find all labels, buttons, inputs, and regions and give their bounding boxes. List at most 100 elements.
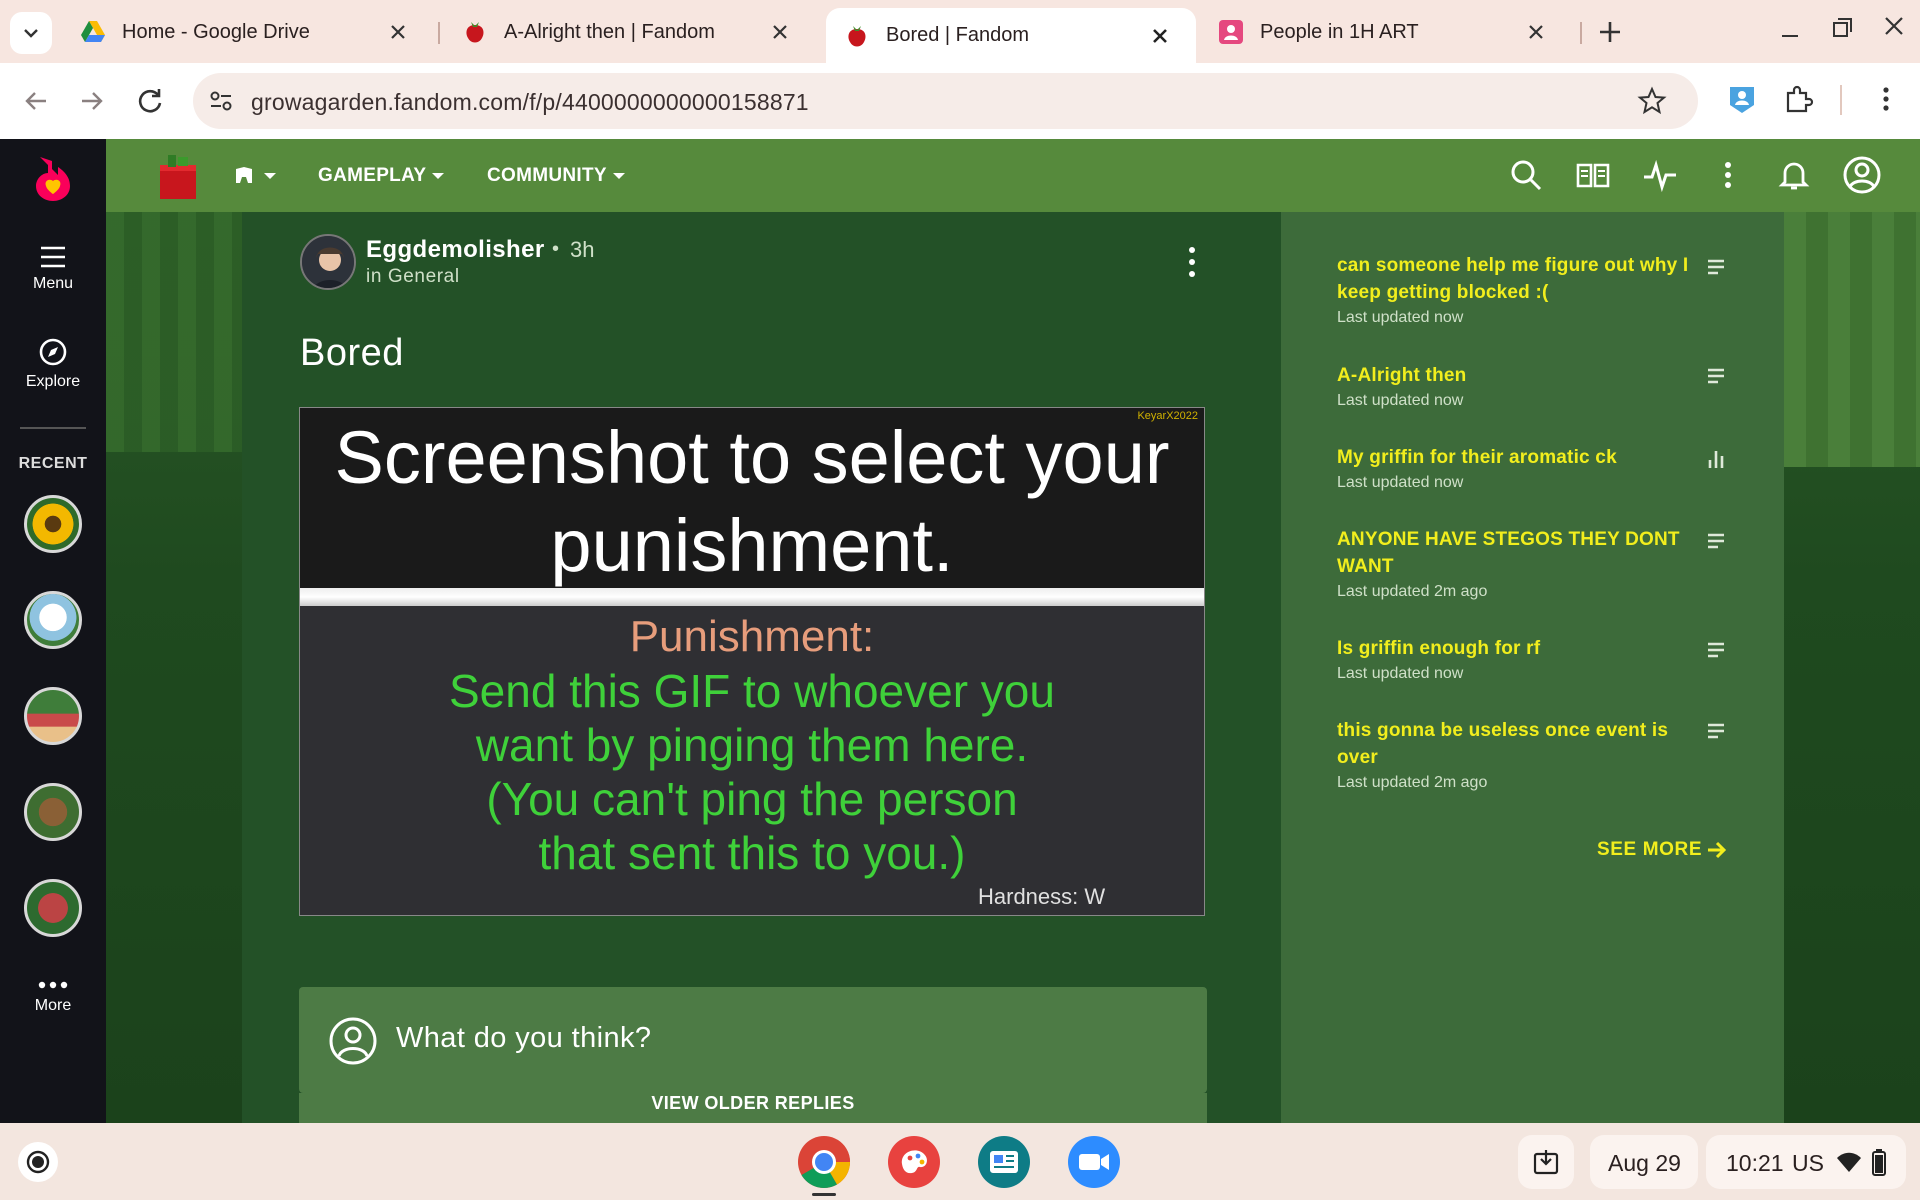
post-gif-image[interactable]: Screenshot to select your punishment. Ke… [299,407,1205,916]
see-more-link[interactable]: SEE MORE [1597,839,1702,861]
meta-separator: • [552,238,560,260]
close-icon[interactable] [386,20,410,44]
tab-people-1h-art[interactable]: People in 1H ART [1200,8,1570,56]
related-post-title[interactable]: this gonna be useless once event is over [1337,717,1697,771]
related-post-item[interactable]: A-Alright then Last updated now [1337,362,1697,410]
rail-explore-button[interactable]: Explore [0,337,106,391]
holding-space-button[interactable] [1518,1135,1574,1189]
extensions-puzzle-icon[interactable] [1782,83,1814,115]
gif-punishment-label: Punishment: [629,612,875,661]
post-category[interactable]: in General [366,266,460,288]
post-author[interactable]: Eggdemolisher [366,236,545,264]
restore-icon[interactable] [1828,14,1856,42]
fandom-strawberry-icon [848,25,866,46]
rail-more-button[interactable]: More [0,979,106,1015]
back-arrow-icon[interactable] [20,85,52,117]
related-post-title[interactable]: Is griffin enough for rf [1337,635,1697,662]
close-icon[interactable] [1524,20,1548,44]
user-account-icon[interactable] [1842,155,1882,195]
gif-headline: Screenshot to select your punishment. [334,416,1170,587]
launcher-button[interactable] [18,1142,58,1182]
wiki-activity-book-icon[interactable] [1575,157,1611,193]
related-post-meta: Last updated now [1337,474,1464,491]
related-post-item[interactable]: ANYONE HAVE STEGOS THEY DONT WANT Last u… [1337,526,1697,601]
wiki-header: GAMEPLAY COMMUNITY [106,139,1920,212]
gif-watermark: KeyarX2022 [1137,410,1198,422]
tab-title: Bored | Fandom [886,24,1030,46]
status-tray[interactable]: 10:21 US [1706,1135,1906,1189]
related-post-meta: Last updated now [1337,309,1464,326]
google-drive-icon [81,21,105,42]
text-lines-icon [1708,368,1724,384]
more-options-kebab-icon[interactable] [1710,157,1746,193]
author-avatar[interactable] [300,234,356,290]
view-older-replies-button[interactable]: VIEW OLDER REPLIES [299,1093,1207,1123]
notifications-bell-icon[interactable] [1776,157,1812,193]
post-options-kebab-icon[interactable] [1180,244,1204,280]
arrow-right-icon[interactable] [1706,839,1728,861]
chrome-icon[interactable] [796,1134,852,1190]
new-tab-plus-icon[interactable] [1596,18,1624,46]
recent-wiki-sunflower[interactable] [24,495,82,553]
canvas-paint-icon[interactable] [886,1134,942,1190]
tab-search-button[interactable] [10,12,52,54]
post-title: Bored [300,332,404,374]
fandom-logo-icon[interactable] [32,153,74,203]
chevron-down-icon [24,29,38,38]
tab-strip: Home - Google Drive A-Alright then | Fan… [0,0,1920,63]
forward-arrow-icon[interactable] [76,85,108,117]
classroom-people-icon [1219,20,1243,44]
tab-alright-then[interactable]: A-Alright then | Fandom [444,8,814,56]
related-post-item[interactable]: this gonna be useless once event is over… [1337,717,1697,792]
tab-separator [438,22,440,44]
tab-bored-active[interactable]: Bored | Fandom [826,8,1196,63]
wiki-home-menu-icon[interactable] [234,165,278,187]
recent-wiki-bricks[interactable] [24,879,82,937]
nav-community[interactable]: COMMUNITY [487,165,607,187]
related-post-title[interactable]: My griffin for their aromatic ck [1337,444,1697,471]
date-tray[interactable]: Aug 29 [1590,1135,1698,1189]
gif-punishment-text: Send this GIF to whoever you want by pin… [449,665,1055,879]
close-window-icon[interactable] [1880,12,1908,40]
related-post-title[interactable]: can someone help me figure out why I kee… [1337,252,1697,306]
recent-wiki-picnic[interactable] [24,687,82,745]
extension-profile-icon[interactable] [1726,83,1758,115]
compass-icon [39,338,67,366]
close-icon[interactable] [1148,24,1172,48]
rail-menu-label: Menu [32,275,74,292]
battery-icon [1872,1149,1886,1176]
news-app-icon[interactable] [976,1134,1032,1190]
shelf-region: US [1792,1150,1824,1176]
related-post-title[interactable]: A-Alright then [1337,362,1697,389]
site-info-tune-icon[interactable] [207,87,235,115]
recent-wiki-dog[interactable] [24,783,82,841]
reload-icon[interactable] [134,85,166,117]
search-icon[interactable] [1508,157,1544,193]
url-text: growagarden.fandom.com/f/p/4400000000000… [251,89,809,115]
launcher-circle-icon [26,1150,50,1174]
reply-placeholder: What do you think? [396,1022,652,1054]
minimize-icon[interactable] [1776,16,1804,44]
text-lines-icon [1708,723,1724,739]
related-post-item[interactable]: can someone help me figure out why I kee… [1337,252,1697,327]
related-post-title[interactable]: ANYONE HAVE STEGOS THEY DONT WANT [1337,526,1697,580]
gif-hardness: Hardness: W [978,884,1106,909]
recent-wiki-chicken[interactable] [24,591,82,649]
nav-gameplay[interactable]: GAMEPLAY [318,165,426,187]
kebab-menu-icon[interactable] [1870,83,1902,115]
related-post-item[interactable]: Is griffin enough for rf Last updated no… [1337,635,1697,683]
zoom-icon[interactable] [1066,1134,1122,1190]
close-icon[interactable] [768,20,792,44]
bookmark-star-icon[interactable] [1637,86,1667,116]
fandom-strawberry-icon [466,22,484,43]
wiki-strawberry-logo-icon[interactable] [154,151,202,203]
recent-activity-pulse-icon[interactable] [1642,157,1678,193]
address-bar[interactable]: growagarden.fandom.com/f/p/4400000000000… [193,73,1698,129]
tab-title: People in 1H ART [1260,20,1419,43]
related-post-item[interactable]: My griffin for their aromatic ck Last up… [1337,444,1697,492]
shelf-date: Aug 29 [1608,1150,1681,1176]
tab-google-drive[interactable]: Home - Google Drive [62,8,432,56]
rail-menu-button[interactable]: Menu [0,245,106,293]
text-lines-icon [1708,533,1724,549]
user-avatar-outline-icon [329,1017,377,1065]
